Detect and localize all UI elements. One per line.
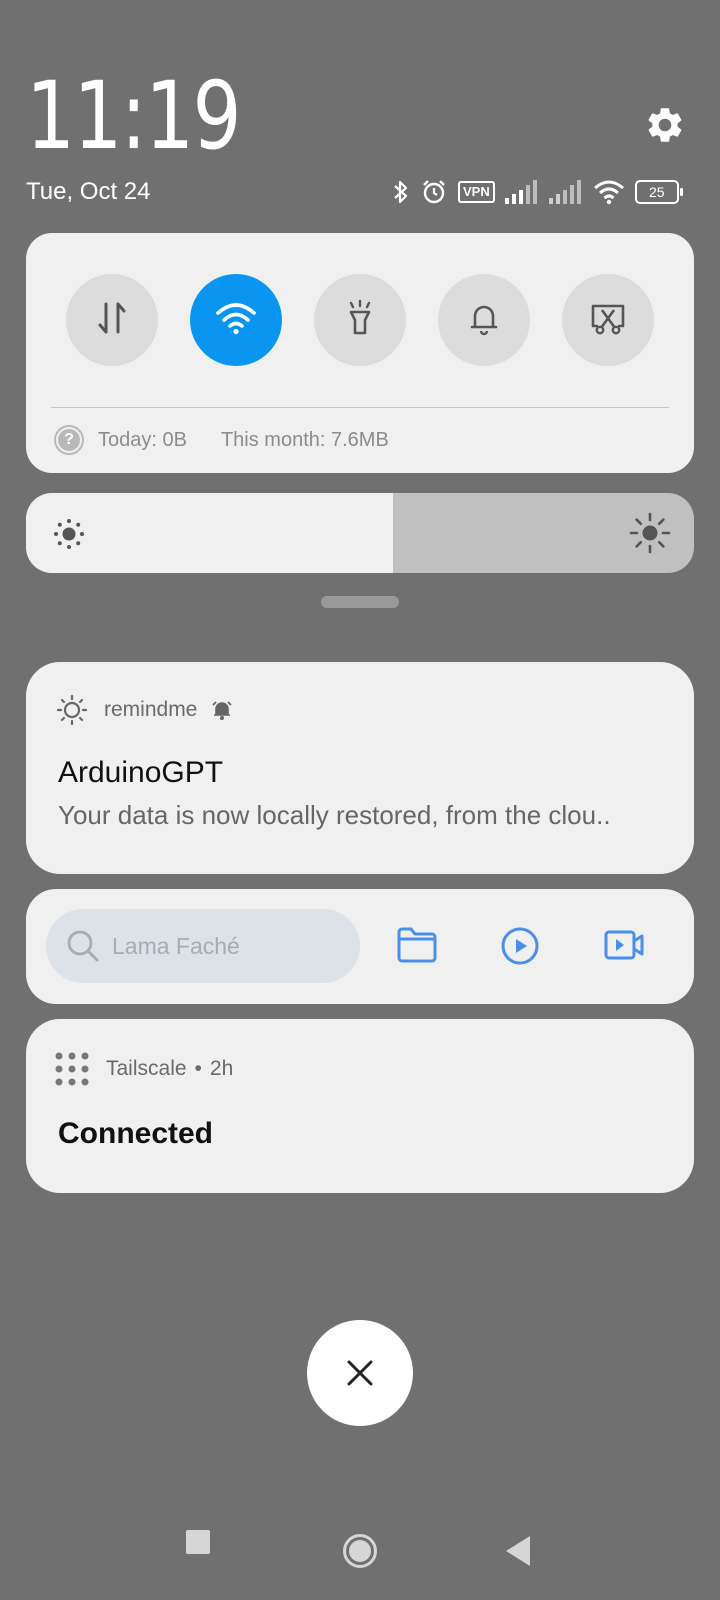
tailscale-grid-icon: [54, 1051, 90, 1087]
signal-icon: [504, 180, 539, 204]
data-arrows-icon: [92, 298, 132, 343]
clear-all-button[interactable]: [307, 1320, 413, 1426]
quick-settings-panel: ? Today: 0B This month: 7.6MB: [26, 233, 694, 473]
close-icon: [345, 1358, 375, 1388]
notification-header: Tailscale • 2h: [54, 1051, 233, 1087]
scissors-icon: [588, 298, 628, 343]
video-camera-icon[interactable]: [604, 927, 644, 968]
home-circle-icon[interactable]: [342, 1533, 378, 1574]
search-placeholder: Lama Faché: [112, 932, 240, 959]
search-input[interactable]: Lama Faché: [46, 909, 360, 983]
data-month-label: This month: 7.6MB: [220, 428, 389, 451]
notification-text: Your data is now locally restored, from …: [58, 800, 611, 830]
signal-icon: [548, 180, 583, 204]
flashlight-toggle[interactable]: [314, 274, 406, 366]
notification-card[interactable]: remindme ArduinoGPT Your data is now loc…: [26, 662, 694, 874]
notification-app-name: remindme: [104, 698, 198, 721]
status-bar-icons: VPN 25: [392, 174, 683, 210]
search-icon: [66, 929, 100, 963]
notification-card[interactable]: Tailscale • 2h Connected: [26, 1019, 694, 1193]
bluetooth-icon: [392, 178, 410, 206]
notification-header: remindme: [56, 694, 233, 726]
notification-time: 2h: [209, 1057, 234, 1080]
vpn-icon: VPN: [458, 181, 495, 203]
flashlight-icon: [340, 298, 380, 343]
panel-drag-handle[interactable]: [321, 596, 399, 608]
data-usage-row[interactable]: ? Today: 0B This month: 7.6MB: [54, 425, 389, 455]
screenshot-toggle[interactable]: [562, 274, 654, 366]
notification-title: ArduinoGPT: [58, 756, 224, 789]
divider: [51, 407, 669, 408]
play-icon[interactable]: [500, 926, 540, 971]
alarm-icon: [420, 178, 448, 206]
separator-dot: •: [194, 1057, 202, 1080]
sound-toggle[interactable]: [438, 274, 530, 366]
recents-square-icon[interactable]: [186, 1530, 210, 1559]
wifi-toggle[interactable]: [190, 274, 282, 366]
date-label: Tue, Oct 24: [26, 178, 151, 205]
brightness-low-icon: [52, 517, 86, 556]
battery-icon: 25: [634, 180, 683, 204]
clock: 11:19: [26, 62, 242, 171]
notification-app-name: Tailscale: [106, 1057, 187, 1080]
wifi-icon: [593, 179, 625, 205]
help-icon: ?: [54, 425, 84, 455]
settings-gear-icon[interactable]: [644, 104, 686, 146]
wifi-icon: [215, 301, 257, 340]
alarm-bell-icon: [211, 699, 233, 721]
back-triangle-icon[interactable]: [506, 1536, 530, 1571]
mobile-data-toggle[interactable]: [66, 274, 158, 366]
brightness-slider[interactable]: [26, 493, 694, 573]
data-today-label: Today: 0B: [98, 428, 187, 451]
bell-icon: [464, 298, 504, 343]
notification-title: Connected: [58, 1117, 214, 1150]
sun-icon: [56, 694, 88, 726]
brightness-high-icon: [628, 511, 672, 560]
media-quick-bar: Lama Faché: [26, 889, 694, 1004]
folder-icon[interactable]: [396, 926, 438, 969]
